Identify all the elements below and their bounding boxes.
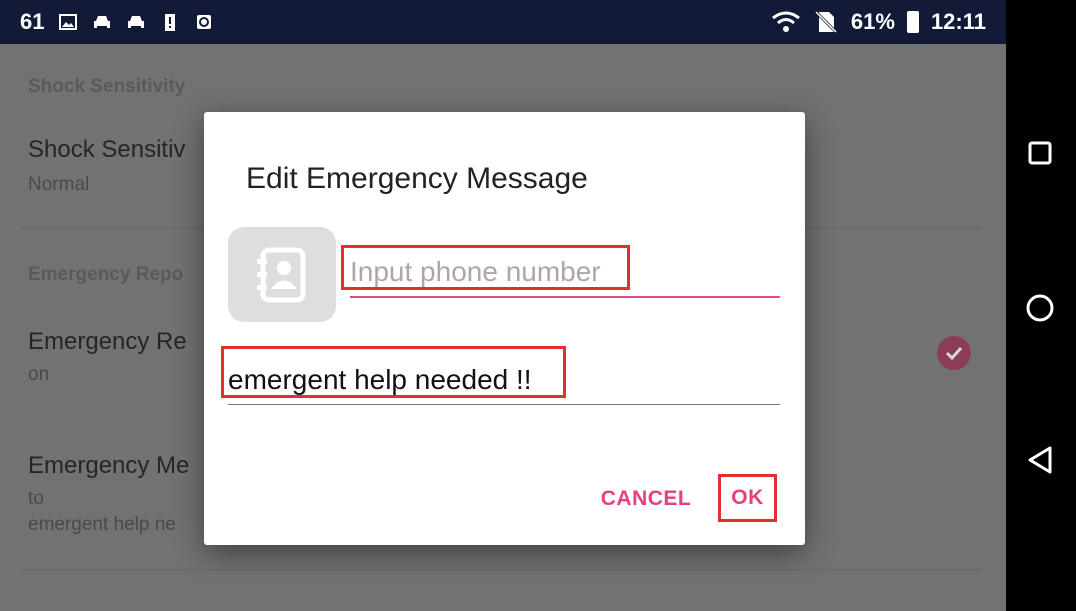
pref-shock-summary: Normal: [28, 174, 90, 195]
battery-percent: 61%: [850, 9, 895, 34]
battery-icon: [906, 11, 919, 33]
status-bar: 61 61% 12:11: [0, 0, 1006, 44]
clock: 12:11: [930, 9, 986, 34]
navigation-bar: [1006, 0, 1076, 611]
recycle-icon: [197, 15, 212, 29]
pref-shock-title[interactable]: Shock Sensitiv: [28, 136, 185, 164]
dialog-title: Edit Emergency Message: [246, 162, 588, 195]
contact-book-button[interactable]: [228, 227, 336, 322]
back-icon[interactable]: [1020, 440, 1060, 480]
pref-emergency-message-summary-line1: to: [28, 488, 44, 509]
cancel-button[interactable]: CANCEL: [600, 482, 692, 516]
battery-alert-icon: [165, 14, 176, 31]
edit-emergency-message-dialog: Edit Emergency Message CANCEL OK: [204, 112, 805, 545]
pref-emergency-report-summary: on: [28, 364, 50, 385]
home-icon[interactable]: [1020, 288, 1060, 328]
car-icon: [128, 16, 145, 28]
pref-emergency-report-title[interactable]: Emergency Re: [28, 328, 187, 356]
divider: [22, 569, 982, 570]
checkbox-checked-icon[interactable]: [937, 336, 971, 370]
car-icon: [94, 16, 111, 28]
phone-number-input[interactable]: [350, 248, 780, 298]
no-sim-icon: [814, 10, 837, 34]
section-header-shock: Shock Sensitivity: [28, 76, 186, 97]
pref-emergency-message-title[interactable]: Emergency Me: [28, 452, 189, 480]
notification-count: 61: [20, 9, 45, 34]
section-header-emergency: Emergency Repo: [28, 264, 184, 285]
image-icon: [59, 14, 78, 30]
wifi-icon: [771, 11, 800, 32]
ok-button[interactable]: OK: [718, 474, 777, 522]
pref-emergency-message-summary-line2: emergent help ne: [28, 514, 176, 535]
contact-book-icon: [257, 247, 306, 302]
emergency-message-input[interactable]: [228, 356, 780, 405]
recents-icon[interactable]: [1020, 133, 1060, 173]
